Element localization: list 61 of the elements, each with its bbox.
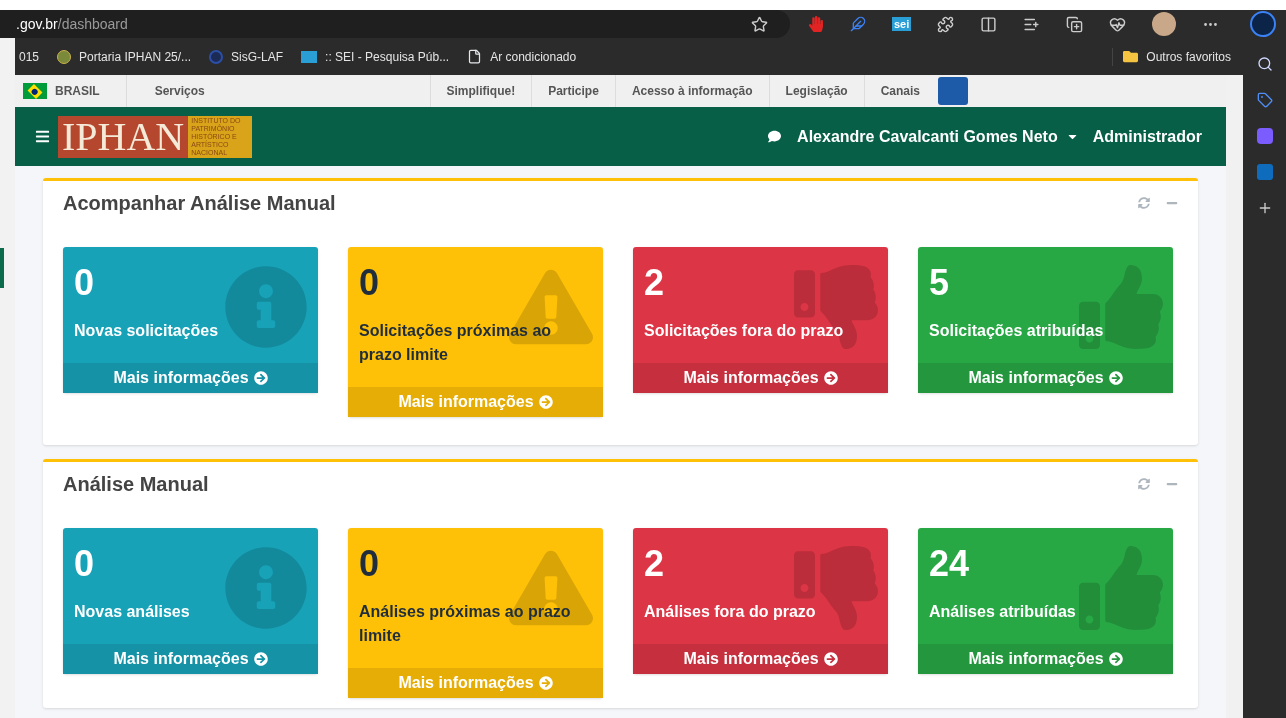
more-info-link[interactable]: Mais informações — [63, 363, 318, 393]
brazil-flag-icon — [23, 83, 47, 99]
bookmark[interactable]: 015 — [19, 47, 40, 66]
stat-count: 0 — [74, 542, 96, 586]
stat-label: Solicitações próximas ao prazo limite — [359, 321, 553, 365]
stat-label: Análises fora do prazo — [644, 602, 817, 622]
stat-count: 24 — [929, 542, 971, 586]
stat-count: 2 — [644, 542, 666, 586]
bookmark[interactable]: Portaria IPHAN 25/... — [57, 47, 192, 66]
more-info-link[interactable]: Mais informações — [633, 363, 888, 393]
stat-count: 2 — [644, 261, 666, 305]
panel-title: Acompanhar Análise Manual — [63, 191, 336, 216]
collections-icon[interactable] — [1066, 15, 1084, 33]
user-role: Administrador — [1092, 126, 1202, 147]
info-icon — [224, 546, 308, 630]
thumbs-down-icon — [794, 265, 878, 349]
bookmark[interactable]: :: SEI - Pesquisa Púb... — [301, 47, 450, 66]
health-icon[interactable] — [1109, 15, 1127, 33]
seal-icon — [57, 49, 72, 64]
other-favorites[interactable]: Outros favoritos — [1112, 47, 1231, 66]
user-menu[interactable]: Alexandre Cavalcanti Gomes Neto — [797, 124, 1079, 149]
address-host: .gov.br — [16, 14, 58, 34]
tag-icon[interactable] — [1256, 92, 1273, 108]
stat-label: Solicitações fora do prazo — [644, 321, 845, 341]
stat-label: Solicitações atribuídas — [929, 321, 1105, 341]
bookmark[interactable]: SisG-LAF — [209, 47, 284, 66]
favorite-star-icon[interactable] — [751, 15, 768, 33]
more-info-link[interactable]: Mais informações — [918, 644, 1173, 674]
stat-count: 5 — [929, 261, 951, 305]
thumbs-up-icon — [1079, 546, 1163, 630]
more-info-link[interactable]: Mais informações — [63, 644, 318, 674]
split-screen-icon[interactable] — [980, 15, 998, 33]
stat-count: 0 — [359, 542, 381, 586]
panel-title: Análise Manual — [63, 472, 209, 497]
info-icon — [224, 265, 308, 349]
logo-wordmark: IPHAN — [58, 115, 189, 158]
folder-icon — [1123, 49, 1139, 64]
stat-count: 0 — [359, 261, 381, 305]
stat-label: Análises próximas ao prazo limite — [359, 602, 572, 646]
sei-logo-icon — [301, 50, 318, 63]
stop-hand-icon[interactable] — [808, 16, 824, 32]
stat-label: Análises atribuídas — [929, 602, 1077, 622]
avatar[interactable] — [1152, 12, 1177, 36]
search-icon[interactable] — [1256, 56, 1273, 72]
more-info-link[interactable]: Mais informações — [633, 644, 888, 674]
menu-icon[interactable] — [35, 129, 50, 144]
address-path: /dashboard — [57, 14, 128, 34]
brand-label[interactable]: BRASIL — [55, 82, 100, 100]
side-tab-marker — [0, 248, 4, 288]
stat-label: Novas solicitações — [74, 321, 220, 341]
extensions-icon[interactable] — [937, 15, 955, 33]
more-info-link[interactable]: Mais informações — [918, 363, 1173, 393]
chat-icon[interactable] — [768, 130, 782, 143]
target-icon — [209, 49, 224, 64]
gov-nav-link[interactable]: Serviços — [126, 82, 430, 100]
address-bar[interactable]: .gov.br/dashboard — [0, 10, 790, 38]
stat-count: 0 — [74, 261, 96, 305]
page-icon — [467, 49, 483, 64]
bookmark[interactable]: Ar condicionado — [467, 47, 577, 66]
feather-icon[interactable] — [850, 16, 866, 32]
stat-label: Novas análises — [74, 602, 191, 622]
